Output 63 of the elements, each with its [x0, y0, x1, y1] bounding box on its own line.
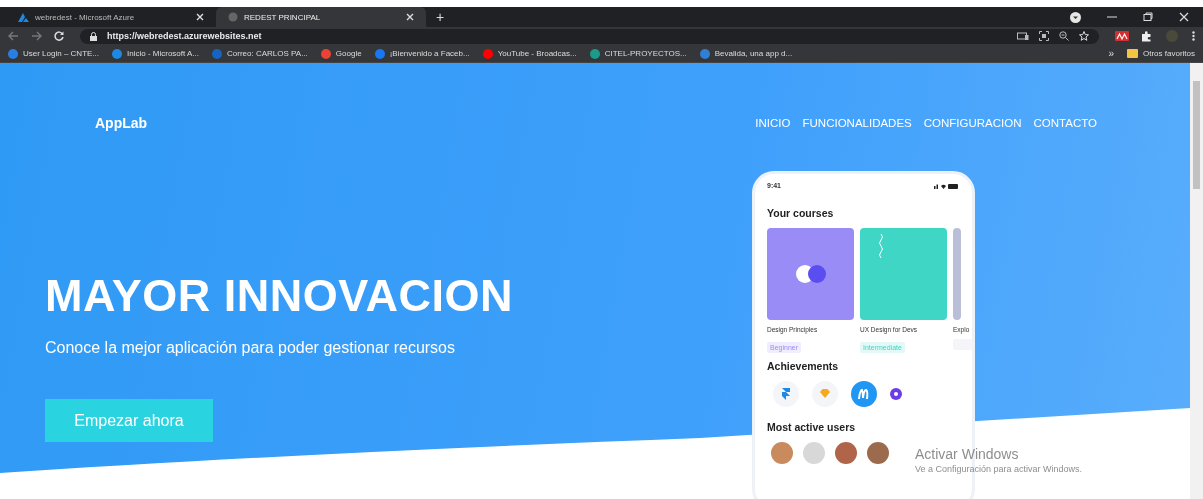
- favicon-icon: [589, 48, 600, 59]
- close-icon[interactable]: [406, 13, 414, 21]
- framer-icon: [773, 381, 799, 407]
- cast-icon[interactable]: [1017, 31, 1029, 41]
- browser-tab[interactable]: webredest - Microsoft Azure: [6, 7, 216, 27]
- extension-icon[interactable]: [1115, 31, 1129, 41]
- bookmark[interactable]: YouTube - Broadcas...: [482, 48, 577, 59]
- activation-message: Ve a Configuración para activar Windows.: [915, 464, 1083, 474]
- favicon-icon: [482, 48, 493, 59]
- favicon-icon: [8, 48, 18, 59]
- new-tab-button[interactable]: +: [436, 9, 445, 25]
- bookmark[interactable]: Bevalida, una app d...: [699, 48, 793, 59]
- bookmark-folder[interactable]: Otros favoritos: [1127, 49, 1195, 58]
- profile-dropdown-icon[interactable]: [1070, 11, 1081, 23]
- favicon-icon: [374, 48, 385, 59]
- address-bar[interactable]: https://webredest.azurewebsites.net: [80, 28, 1099, 44]
- restore-icon[interactable]: [1143, 12, 1153, 22]
- avatar-circle: [835, 442, 857, 464]
- tab-title: webredest - Microsoft Azure: [35, 12, 136, 22]
- tab-title: REDEST PRINCIPAL: [244, 12, 322, 22]
- scrollbar[interactable]: [1190, 63, 1203, 499]
- squiggle-icon: [878, 234, 884, 260]
- bookmark[interactable]: ¡Bienvenido a Faceb...: [374, 48, 470, 59]
- bookmark[interactable]: Inicio - Microsoft A...: [112, 48, 200, 59]
- circles-icon: [795, 265, 826, 283]
- activation-title: Activar Windows: [915, 446, 1020, 462]
- avatar-circle: [867, 442, 889, 464]
- reload-icon[interactable]: [54, 31, 64, 41]
- puzzle-icon[interactable]: [1141, 30, 1152, 42]
- section-title: Achievements: [767, 360, 840, 372]
- bookmark[interactable]: CITEL-PROYECTOS...: [589, 48, 687, 59]
- signal-battery-icon: [934, 182, 958, 189]
- forward-arrow-icon[interactable]: [31, 31, 42, 41]
- section-title: Your courses: [767, 207, 835, 219]
- favicon-icon: [112, 48, 123, 59]
- triangle-icon: [18, 12, 29, 22]
- letter-m-icon: [851, 381, 877, 407]
- bookmark[interactable]: User Login – CNTE...: [8, 48, 100, 59]
- overflow-chevron[interactable]: »: [1108, 48, 1114, 59]
- zoom-icon[interactable]: [1059, 31, 1069, 41]
- close-icon[interactable]: [1179, 12, 1189, 22]
- favicon-icon: [699, 48, 710, 59]
- bookmark[interactable]: Google: [320, 48, 362, 59]
- more-menu-icon[interactable]: [1192, 31, 1195, 41]
- url-text: https://webredest.azurewebsites.net: [107, 31, 262, 41]
- browser-tab[interactable]: REDEST PRINCIPAL: [216, 7, 426, 27]
- favicon-icon: [320, 48, 331, 59]
- course-card[interactable]: [767, 228, 854, 320]
- close-icon[interactable]: [196, 13, 204, 21]
- scroll-thumb[interactable]: [1193, 81, 1200, 189]
- folder-icon: [1127, 49, 1138, 58]
- back-arrow-icon[interactable]: [8, 31, 19, 41]
- screenshot-icon[interactable]: [1039, 31, 1049, 41]
- section-title: Most active users: [767, 421, 857, 433]
- subtitle: Conoce la mejor aplicación para poder gestionar recursos: [45, 339, 456, 357]
- headline: MAYOR INNOVACION: [45, 269, 515, 323]
- star-icon[interactable]: [1079, 31, 1089, 41]
- lock-icon: [90, 31, 97, 41]
- favicon-icon: [212, 48, 223, 59]
- badge-icon: [890, 388, 902, 400]
- bookmark[interactable]: Correo: CARLOS PA...: [212, 48, 308, 59]
- avatar-circle: [803, 442, 825, 464]
- avatar-circle: [771, 442, 793, 464]
